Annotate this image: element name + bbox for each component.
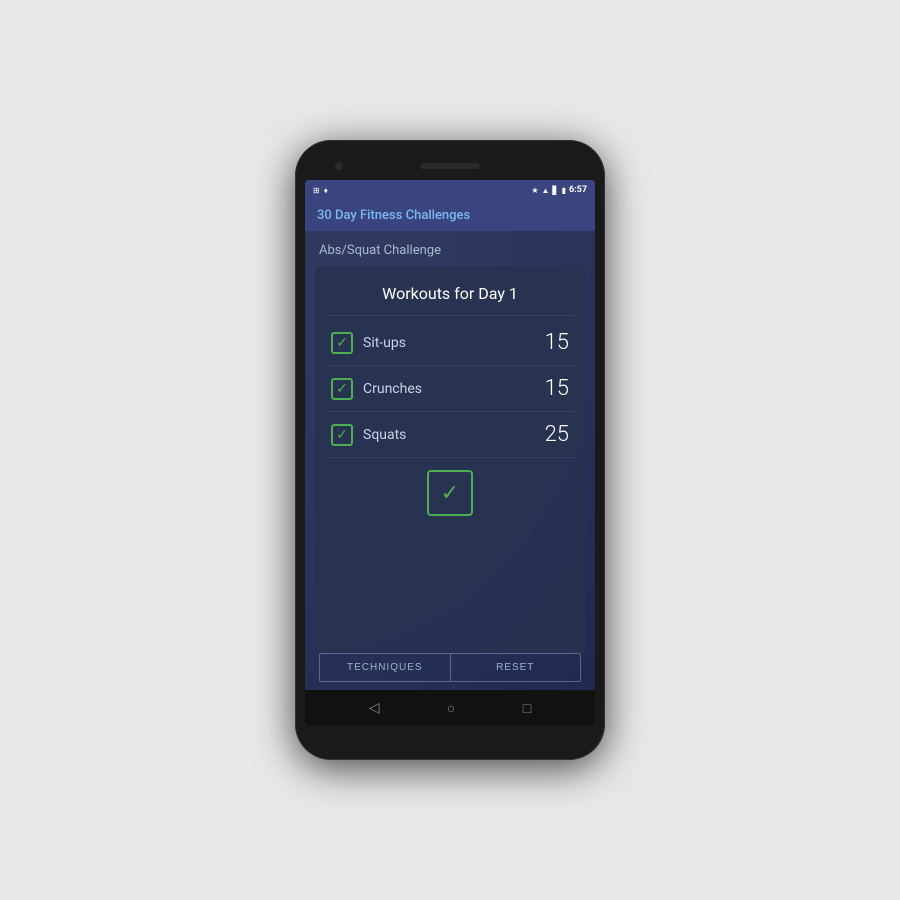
phone-speaker <box>420 163 480 169</box>
situps-check-icon: ✓ <box>336 336 348 350</box>
image-status-icon: ⊞ <box>313 186 320 195</box>
workout-item-squats[interactable]: ✓ Squats 25 <box>325 412 575 458</box>
status-bar: ⊞ ♦ ★ ▲ ▋ ▮ 6:57 <box>305 180 595 200</box>
recent-button[interactable]: □ <box>523 700 531 717</box>
workout-item-situps[interactable]: ✓ Sit-ups 15 <box>325 320 575 366</box>
techniques-button[interactable]: TECHNIQUES <box>319 653 450 682</box>
settings-status-icon: ♦ <box>324 186 328 195</box>
situps-checkbox[interactable]: ✓ <box>331 332 353 354</box>
crunches-check-icon: ✓ <box>336 382 348 396</box>
status-time: 6:57 <box>569 185 587 195</box>
workout-item-crunches[interactable]: ✓ Crunches 15 <box>325 366 575 412</box>
squats-count: 25 <box>533 422 569 447</box>
confirm-button[interactable]: ✓ <box>427 470 473 516</box>
app-title: 30 Day Fitness Challenges <box>317 208 470 223</box>
app-bar: 30 Day Fitness Challenges <box>305 200 595 231</box>
phone-camera <box>335 162 343 170</box>
situps-label: Sit-ups <box>363 335 533 351</box>
signal-icon: ▋ <box>552 186 558 195</box>
nav-bar: ◁ ○ □ <box>305 690 595 726</box>
crunches-count: 15 <box>533 376 569 401</box>
crunches-label: Crunches <box>363 381 533 397</box>
confirm-button-wrapper: ✓ <box>325 458 575 524</box>
wifi-icon: ▲ <box>541 186 549 195</box>
phone-bottom-bar <box>305 726 595 746</box>
home-button[interactable]: ○ <box>447 700 455 717</box>
squats-checkbox[interactable]: ✓ <box>331 424 353 446</box>
star-icon: ★ <box>531 186 538 195</box>
confirm-check-icon: ✓ <box>441 481 459 506</box>
phone-device: ⊞ ♦ ★ ▲ ▋ ▮ 6:57 30 Day Fitness Challeng… <box>295 140 605 760</box>
reset-button[interactable]: RESET <box>450 653 582 682</box>
battery-icon: ▮ <box>562 186 566 195</box>
phone-screen: ⊞ ♦ ★ ▲ ▋ ▮ 6:57 30 Day Fitness Challeng… <box>305 180 595 726</box>
workout-day-title: Workouts for Day 1 <box>325 276 575 316</box>
bottom-buttons: TECHNIQUES RESET <box>315 653 585 682</box>
squats-check-icon: ✓ <box>336 428 348 442</box>
crunches-checkbox[interactable]: ✓ <box>331 378 353 400</box>
back-button[interactable]: ◁ <box>369 700 380 716</box>
challenge-title: Abs/Squat Challenge <box>315 243 585 258</box>
situps-count: 15 <box>533 330 569 355</box>
phone-top-bar <box>305 154 595 178</box>
screen-content: Abs/Squat Challenge Workouts for Day 1 ✓… <box>305 231 595 690</box>
status-bar-right: ★ ▲ ▋ ▮ 6:57 <box>531 185 587 195</box>
status-bar-left: ⊞ ♦ <box>313 186 328 195</box>
squats-label: Squats <box>363 427 533 443</box>
workout-card: Workouts for Day 1 ✓ Sit-ups 15 ✓ Crunch… <box>315 266 585 653</box>
